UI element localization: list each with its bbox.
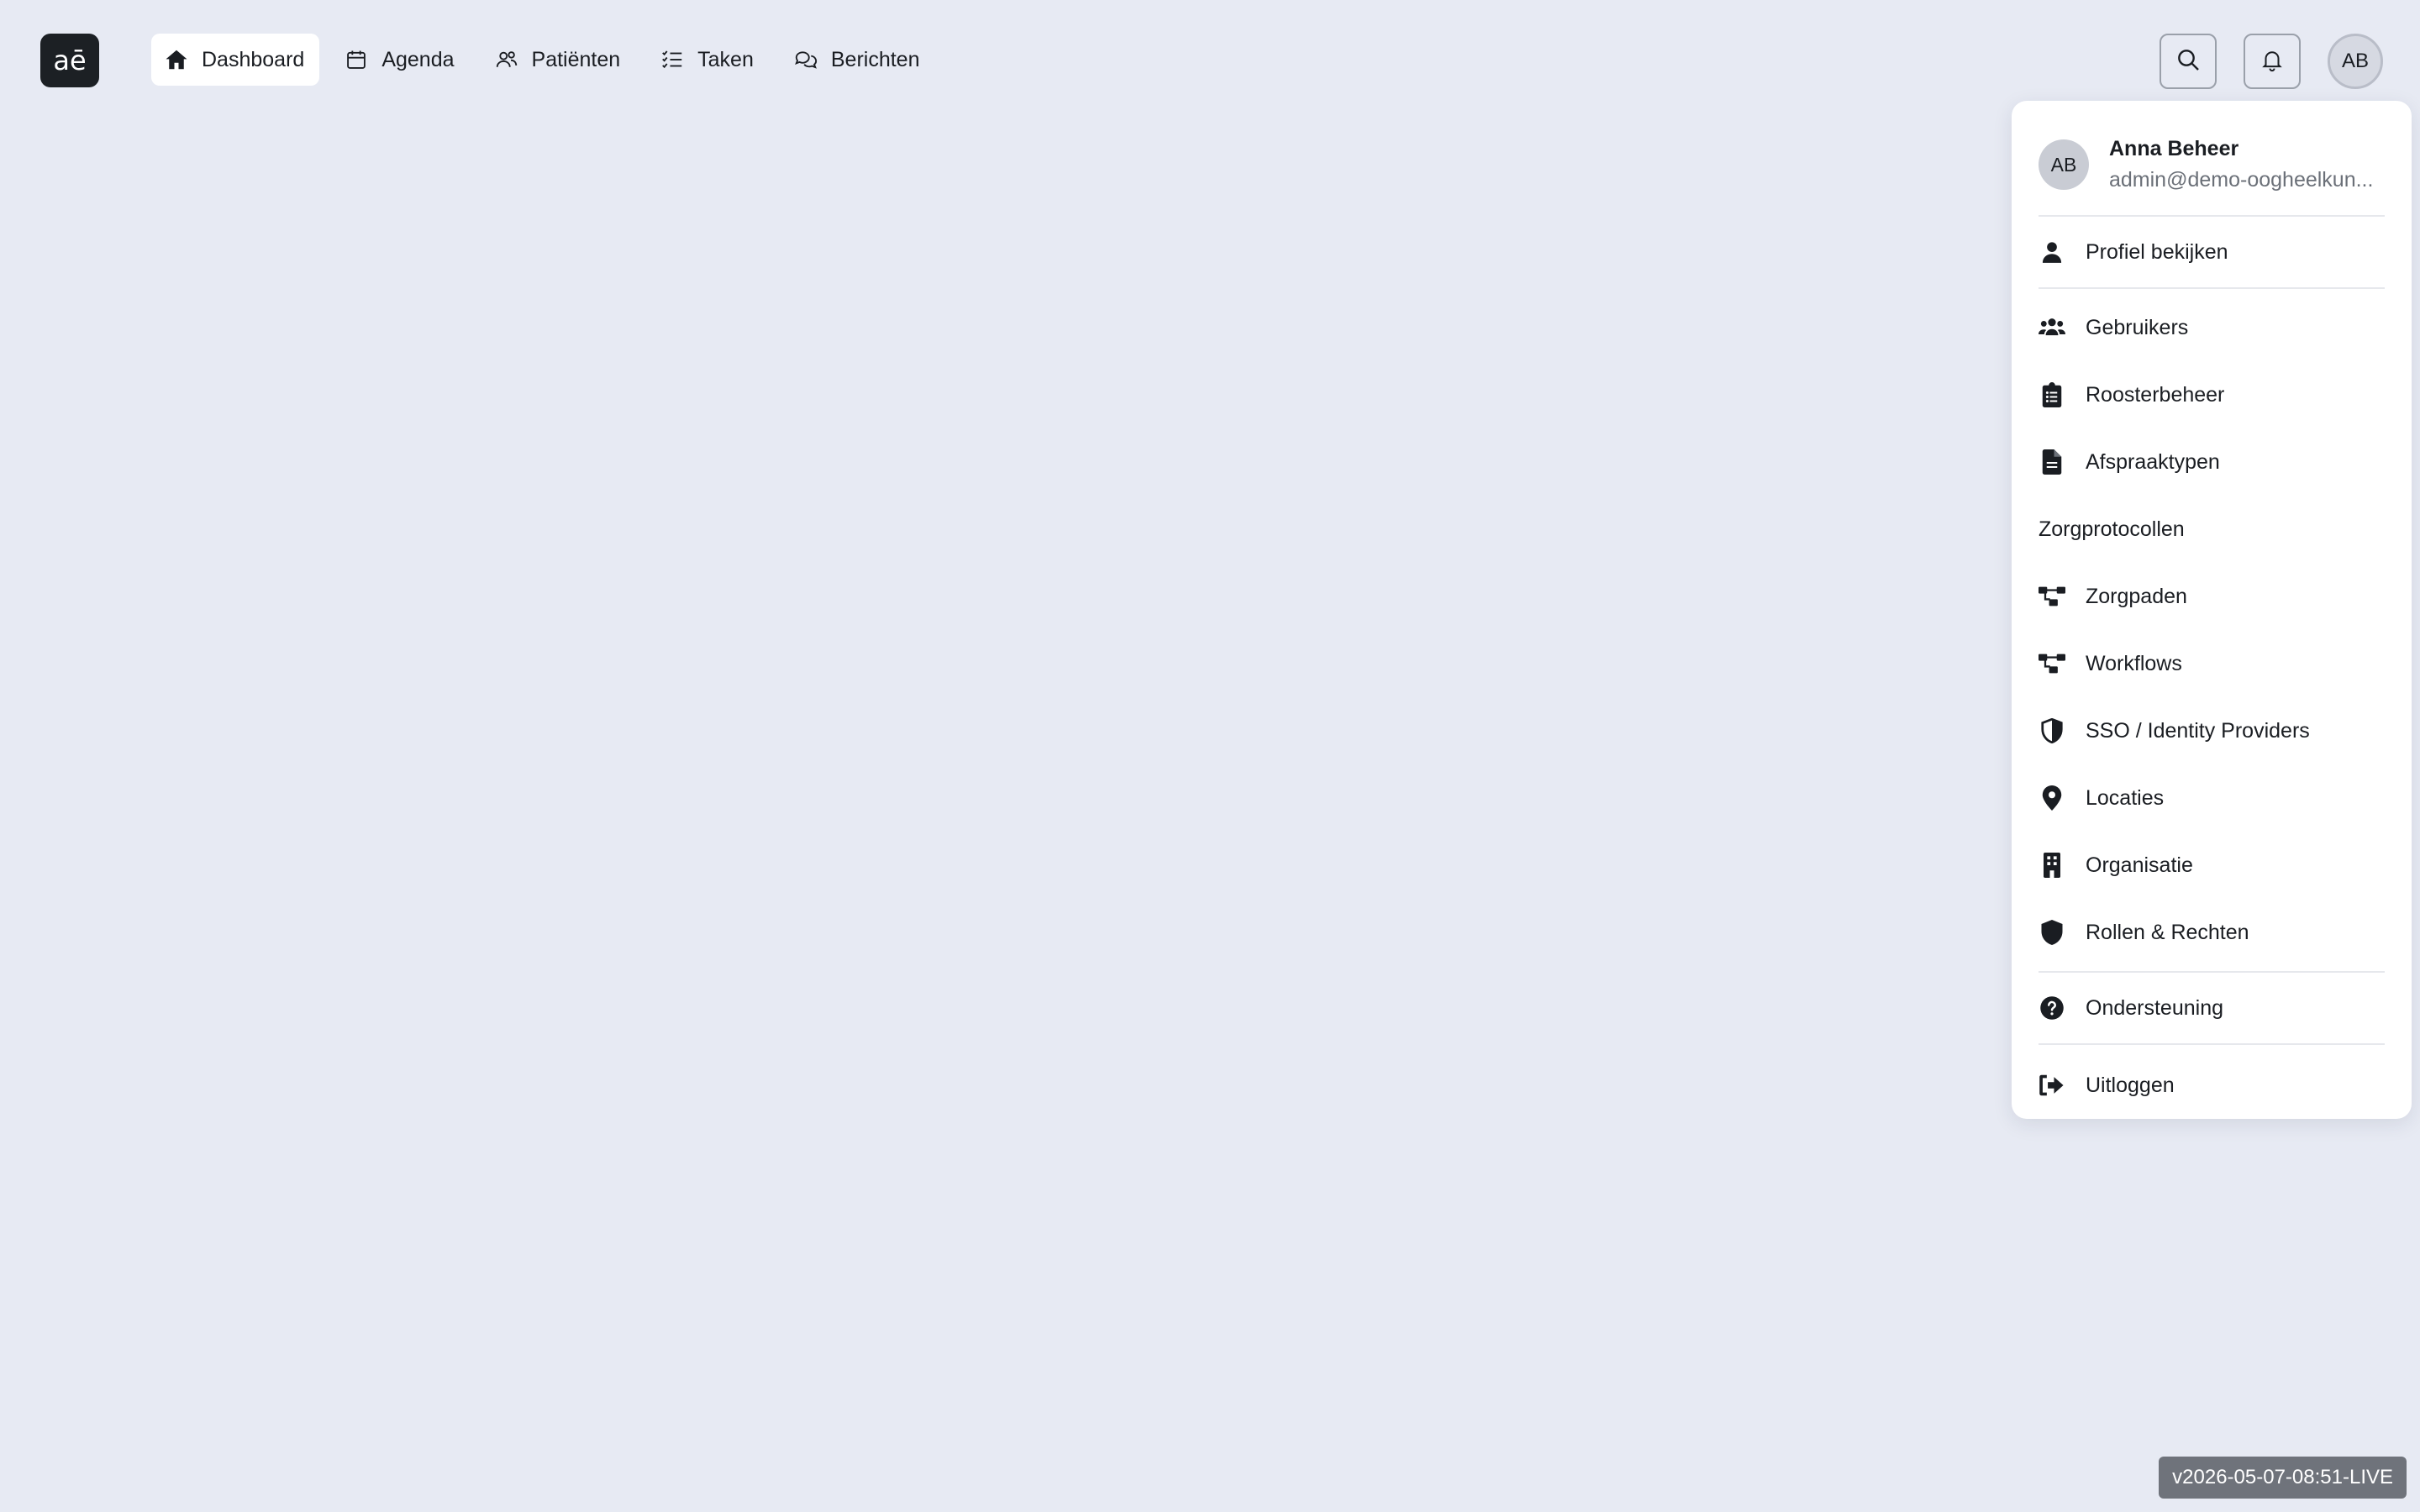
menu-item-gebruikers[interactable]: Gebruikers [2039, 294, 2385, 361]
menu-label: Profiel bekijken [2086, 239, 2228, 264]
user-info: AB Anna Beheer admin@demo-oogheelkun... [2039, 101, 2385, 215]
nav-item-taken[interactable]: Taken [647, 34, 769, 86]
user-email: admin@demo-oogheelkun... [2109, 168, 2374, 192]
menu-label: Ondersteuning [2086, 995, 2224, 1020]
user-text: Anna Beheer admin@demo-oogheelkun... [2109, 137, 2381, 192]
nav-label: Dashboard [202, 47, 305, 71]
half-shield-icon [2039, 717, 2065, 744]
users-icon [493, 46, 520, 73]
nav-item-berichten[interactable]: Berichten [781, 34, 935, 86]
user-icon [2039, 239, 2065, 265]
flow-icon [2039, 583, 2065, 610]
map-pin-icon [2039, 785, 2065, 811]
logout-icon [2039, 1072, 2065, 1099]
nav-item-dashboard[interactable]: Dashboard [151, 34, 320, 86]
menu-item-ondersteuning[interactable]: Ondersteuning [2039, 973, 2385, 1043]
nav-label: Taken [697, 47, 754, 71]
menu-label: Rollen & Rechten [2086, 920, 2249, 944]
menu-label: SSO / Identity Providers [2086, 718, 2310, 743]
menu-item-locaties[interactable]: Locaties [2039, 764, 2385, 832]
main-nav: Dashboard Agenda Patiënten Taken Bericht… [151, 34, 935, 86]
menu-item-uitloggen[interactable]: Uitloggen [2039, 1045, 2385, 1126]
menu-label: Locaties [2086, 785, 2165, 810]
nav-label: Patiënten [531, 47, 621, 71]
menu-label: Gebruikers [2086, 315, 2189, 339]
top-actions: AB [2160, 34, 2383, 89]
menu-label: Afspraaktypen [2086, 449, 2220, 474]
file-text-icon [2039, 449, 2065, 475]
version-badge: v2026-05-07-08:51-LIVE [2159, 1457, 2407, 1499]
user-name: Anna Beheer [2109, 137, 2239, 160]
nav-item-agenda[interactable]: Agenda [331, 34, 469, 86]
menu-label: Zorgpaden [2086, 584, 2187, 608]
home-icon [163, 46, 190, 73]
bell-icon [2260, 47, 2285, 76]
avatar: AB [2039, 139, 2089, 190]
user-avatar-button[interactable]: AB [2328, 34, 2383, 89]
app-logo[interactable]: aē [40, 34, 99, 87]
menu-item-afspraaktypen[interactable]: Afspraaktypen [2039, 428, 2385, 496]
menu-label: Workflows [2086, 651, 2182, 675]
menu-label: Uitloggen [2086, 1073, 2175, 1097]
nav-item-patienten[interactable]: Patiënten [481, 34, 636, 86]
shield-icon [2039, 919, 2065, 946]
section-label-zorgprotocollen: Zorgprotocollen [2039, 517, 2185, 541]
menu-item-rollen[interactable]: Rollen & Rechten [2039, 899, 2385, 966]
calendar-icon [343, 46, 370, 73]
menu-item-organisatie[interactable]: Organisatie [2039, 832, 2385, 899]
chat-icon [792, 46, 819, 73]
nav-label: Agenda [381, 47, 455, 71]
menu-item-workflows[interactable]: Workflows [2039, 630, 2385, 697]
app-page: aē Dashboard Agenda Patiënten Taken Beri… [0, 0, 2420, 1512]
search-icon [2175, 46, 2202, 77]
menu-item-sso[interactable]: SSO / Identity Providers [2039, 697, 2385, 764]
building-icon [2039, 852, 2065, 879]
clipboard-list-icon [2039, 381, 2065, 408]
nav-label: Berichten [830, 47, 920, 71]
menu-label: Roosterbeheer [2086, 382, 2225, 407]
help-circle-icon [2039, 995, 2065, 1021]
menu-label: Organisatie [2086, 853, 2193, 877]
checklist-icon [659, 46, 686, 73]
user-group-icon [2039, 314, 2065, 341]
search-button[interactable] [2160, 34, 2217, 89]
menu-item-zorgpaden[interactable]: Zorgpaden [2039, 563, 2385, 630]
menu-item-roosterbeheer[interactable]: Roosterbeheer [2039, 361, 2385, 428]
notifications-button[interactable] [2244, 34, 2301, 89]
menu-item-profile[interactable]: Profiel bekijken [2039, 217, 2385, 287]
user-menu-dropdown: AB Anna Beheer admin@demo-oogheelkun... … [2012, 101, 2412, 1119]
flow-icon [2039, 650, 2065, 677]
